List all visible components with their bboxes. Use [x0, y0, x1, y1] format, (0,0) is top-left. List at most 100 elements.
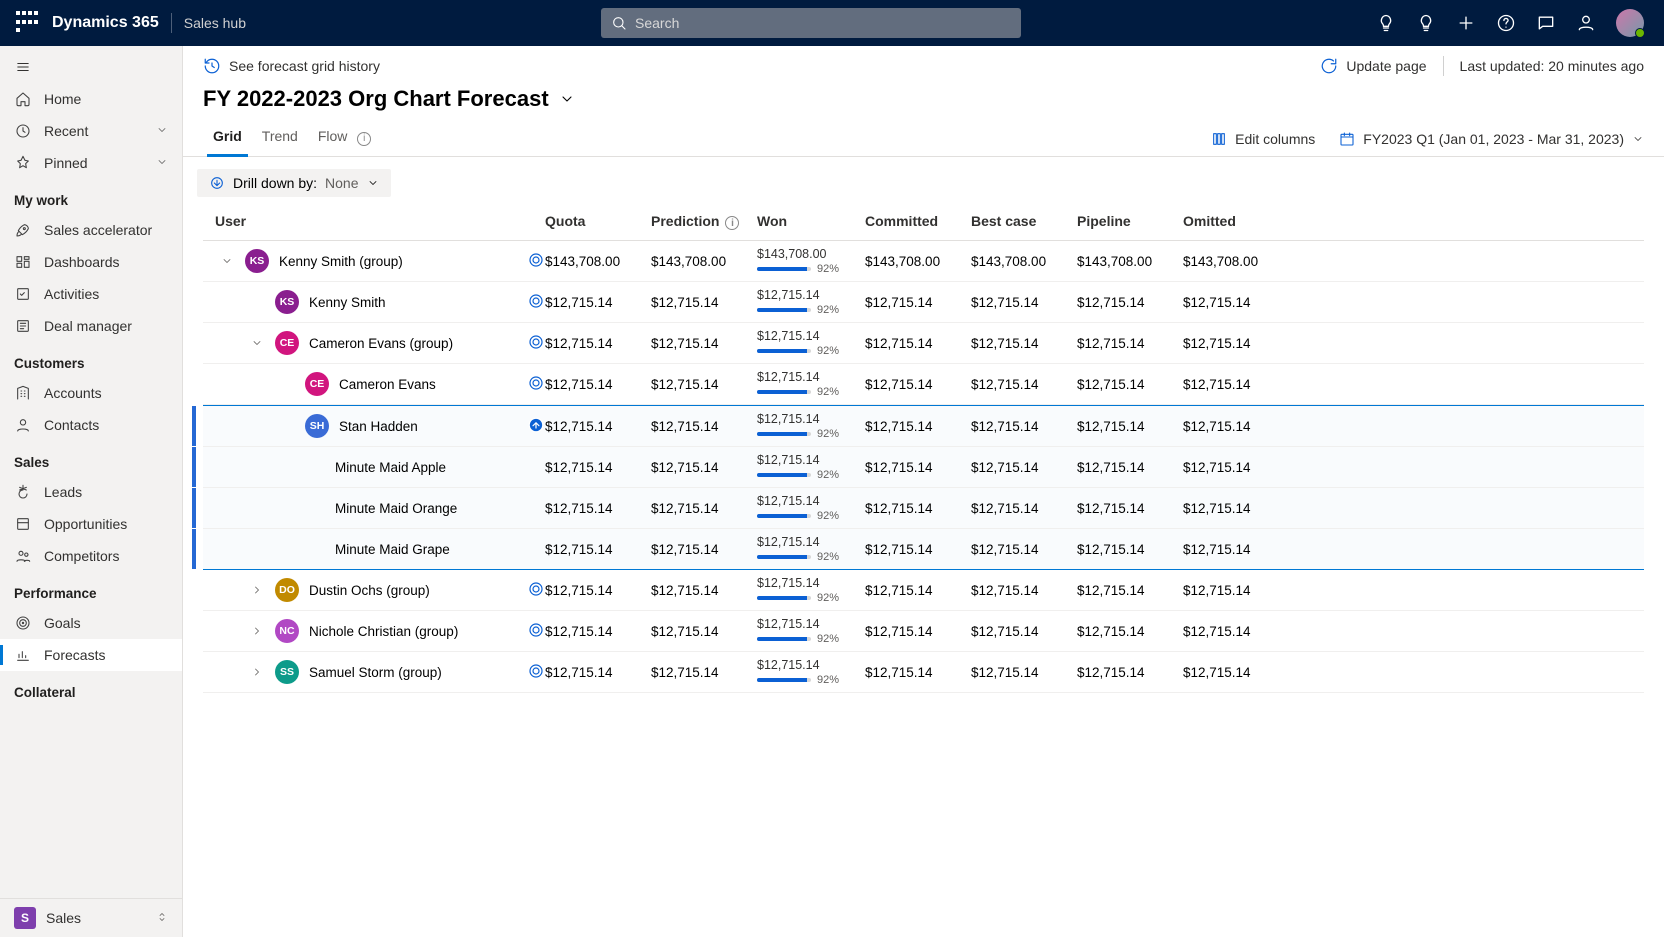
info-icon[interactable]: i — [357, 132, 371, 146]
nav-group-label: My work — [0, 179, 182, 214]
add-icon[interactable] — [1456, 13, 1476, 33]
chart-icon — [14, 646, 32, 664]
grid-row[interactable]: CE Cameron Evans (group) $12,715.14 $12,… — [203, 323, 1644, 364]
cell-quota: $12,715.14 — [545, 501, 651, 516]
col-committed[interactable]: Committed — [865, 213, 971, 231]
cell-committed: $12,715.14 — [865, 377, 971, 392]
col-omitted[interactable]: Omitted — [1183, 213, 1289, 231]
sidebar: Home Recent Pinned My work Sales acceler… — [0, 46, 183, 937]
nav-leads[interactable]: Leads — [0, 476, 182, 508]
adjust-icon[interactable] — [527, 621, 545, 642]
grid-row[interactable]: Minute Maid Apple $12,715.14 $12,715.14 … — [203, 447, 1644, 488]
cell-best: $143,708.00 — [971, 254, 1077, 269]
nav-deal-manager[interactable]: Deal manager — [0, 310, 182, 342]
lightbulb-icon[interactable] — [1416, 13, 1436, 33]
grid-row[interactable]: SS Samuel Storm (group) $12,715.14 $12,7… — [203, 652, 1644, 693]
col-pipeline[interactable]: Pipeline — [1077, 213, 1183, 231]
history-link[interactable]: See forecast grid history — [203, 57, 380, 75]
deal-icon — [14, 317, 32, 335]
avatar: NC — [275, 619, 299, 643]
nav-activities[interactable]: Activities — [0, 278, 182, 310]
drill-value: None — [325, 175, 358, 191]
cell-committed: $12,715.14 — [865, 336, 971, 351]
nav-label: Opportunities — [44, 516, 127, 532]
edit-columns-button[interactable]: Edit columns — [1211, 131, 1315, 147]
expand-toggle[interactable] — [249, 623, 265, 639]
cell-quota: $12,715.14 — [545, 295, 651, 310]
nav-accounts[interactable]: Accounts — [0, 377, 182, 409]
edit-columns-label: Edit columns — [1235, 131, 1315, 147]
chevron-down-icon — [156, 155, 168, 171]
help-icon[interactable] — [1496, 13, 1516, 33]
search-input[interactable] — [635, 15, 1011, 31]
nav-goals[interactable]: Goals — [0, 607, 182, 639]
drill-down-selector[interactable]: Drill down by: None — [197, 169, 391, 197]
update-page-button[interactable]: Update page — [1320, 57, 1426, 75]
adjust-icon[interactable] — [527, 251, 545, 272]
nav-sales-accelerator[interactable]: Sales accelerator — [0, 214, 182, 246]
menu-toggle-icon[interactable] — [0, 54, 182, 83]
row-name: Kenny Smith (group) — [279, 254, 403, 269]
tab-grid[interactable]: Grid — [203, 122, 252, 156]
adjust-icon[interactable] — [527, 292, 545, 313]
nav-dashboards[interactable]: Dashboards — [0, 246, 182, 278]
adjust-icon[interactable] — [527, 416, 545, 437]
adjust-icon[interactable] — [527, 333, 545, 354]
cell-best: $12,715.14 — [971, 336, 1077, 351]
lightbulb-icon[interactable] — [1376, 13, 1396, 33]
history-link-label: See forecast grid history — [229, 58, 380, 74]
update-label: Update page — [1346, 58, 1426, 74]
tab-trend[interactable]: Trend — [252, 122, 308, 156]
info-icon[interactable]: i — [725, 216, 739, 230]
app-launcher-icon[interactable] — [16, 11, 40, 35]
grid-row[interactable]: Minute Maid Grape $12,715.14 $12,715.14 … — [203, 529, 1644, 570]
cell-prediction: $12,715.14 — [651, 336, 757, 351]
search-box[interactable] — [601, 8, 1021, 38]
cell-best: $12,715.14 — [971, 624, 1077, 639]
cell-won: $12,715.14 92% — [757, 453, 865, 481]
tab-flow[interactable]: Flow i — [308, 122, 381, 156]
col-prediction[interactable]: Predictioni — [651, 213, 757, 231]
nav-pinned[interactable]: Pinned — [0, 147, 182, 179]
adjust-icon[interactable] — [527, 374, 545, 395]
adjust-icon[interactable] — [527, 662, 545, 683]
adjust-icon[interactable] — [527, 580, 545, 601]
nav-label: Forecasts — [44, 647, 105, 663]
cell-omitted: $12,715.14 — [1183, 295, 1289, 310]
col-user[interactable]: User — [215, 213, 545, 231]
col-won[interactable]: Won — [757, 213, 865, 231]
assistant-icon[interactable] — [1576, 13, 1596, 33]
nav-opportunities[interactable]: Opportunities — [0, 508, 182, 540]
user-avatar[interactable] — [1616, 9, 1644, 37]
expand-toggle[interactable] — [249, 582, 265, 598]
expand-toggle[interactable] — [249, 335, 265, 351]
chat-icon[interactable] — [1536, 13, 1556, 33]
expand-toggle[interactable] — [219, 253, 235, 269]
forecast-grid: User Quota Predictioni Won Committed Bes… — [183, 205, 1664, 937]
grid-row[interactable]: KS Kenny Smith (group) $143,708.00 $143,… — [203, 241, 1644, 282]
cell-committed: $12,715.14 — [865, 665, 971, 680]
grid-row[interactable]: Minute Maid Orange $12,715.14 $12,715.14… — [203, 488, 1644, 529]
app-header: Dynamics 365 Sales hub — [0, 0, 1664, 46]
cell-quota: $12,715.14 — [545, 460, 651, 475]
col-bestcase[interactable]: Best case — [971, 213, 1077, 231]
grid-row[interactable]: KS Kenny Smith $12,715.14 $12,715.14 $12… — [203, 282, 1644, 323]
module-switcher[interactable]: S Sales — [0, 898, 182, 937]
nav-contacts[interactable]: Contacts — [0, 409, 182, 441]
grid-row[interactable]: CE Cameron Evans $12,715.14 $12,715.14 $… — [203, 364, 1644, 405]
grid-row[interactable]: NC Nichole Christian (group) $12,715.14 … — [203, 611, 1644, 652]
col-quota[interactable]: Quota — [545, 213, 651, 231]
tabs-row: GridTrendFlow i Edit columns FY2023 Q1 (… — [183, 112, 1664, 157]
grid-row[interactable]: SH Stan Hadden $12,715.14 $12,715.14 $12… — [203, 405, 1644, 447]
nav-competitors[interactable]: Competitors — [0, 540, 182, 572]
grid-row[interactable]: DO Dustin Ochs (group) $12,715.14 $12,71… — [203, 570, 1644, 611]
page-title-dropdown[interactable]: FY 2022-2023 Org Chart Forecast — [203, 86, 575, 112]
nav-recent[interactable]: Recent — [0, 115, 182, 147]
nav-home[interactable]: Home — [0, 83, 182, 115]
period-selector[interactable]: FY2023 Q1 (Jan 01, 2023 - Mar 31, 2023) — [1339, 131, 1644, 147]
cell-pipeline: $12,715.14 — [1077, 624, 1183, 639]
expand-toggle[interactable] — [249, 664, 265, 680]
cell-prediction: $12,715.14 — [651, 377, 757, 392]
cell-committed: $12,715.14 — [865, 460, 971, 475]
nav-forecasts[interactable]: Forecasts — [0, 639, 182, 671]
